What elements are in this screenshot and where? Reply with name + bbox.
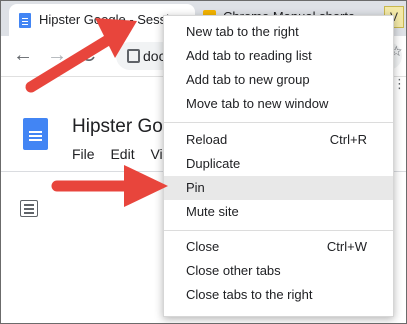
menu-item-reload[interactable]: Reload Ctrl+R xyxy=(164,128,393,152)
menu-item-mute-site[interactable]: Mute site xyxy=(164,200,393,224)
menu-edit[interactable]: Edit xyxy=(110,146,134,162)
menu-separator xyxy=(164,122,393,123)
menu-separator xyxy=(164,230,393,231)
menu-item-pin[interactable]: Pin xyxy=(164,176,393,200)
menu-item-add-to-reading-list[interactable]: Add tab to reading list xyxy=(164,44,393,68)
reload-icon[interactable]: C xyxy=(81,44,95,67)
tab-context-menu: New tab to the right Add tab to reading … xyxy=(163,15,394,317)
menu-item-close-tabs-to-right[interactable]: Close tabs to the right xyxy=(164,283,393,307)
lock-icon xyxy=(127,49,140,63)
menu-item-label: Move tab to new window xyxy=(186,96,329,111)
forward-icon[interactable]: → xyxy=(47,44,67,67)
menu-item-label: Close xyxy=(186,239,220,254)
menu-item-label: Reload xyxy=(186,132,228,147)
menu-item-label: Duplicate xyxy=(186,156,241,171)
menu-item-move-to-new-window[interactable]: Move tab to new window xyxy=(164,92,393,116)
menu-item-label: Add tab to new group xyxy=(186,72,310,87)
google-docs-logo-icon[interactable] xyxy=(23,118,48,150)
menu-item-label: Close other tabs xyxy=(186,263,281,278)
menu-file[interactable]: File xyxy=(72,146,95,162)
more-icon[interactable]: ⋮ xyxy=(393,76,406,92)
menu-item-label: New tab to the right xyxy=(186,24,299,39)
menu-item-add-to-new-group[interactable]: Add tab to new group xyxy=(164,68,393,92)
menu-item-shortcut: Ctrl+R xyxy=(329,132,367,147)
back-icon[interactable]: ← xyxy=(13,44,33,67)
menu-item-label: Pin xyxy=(186,180,205,195)
google-docs-favicon-icon xyxy=(19,13,31,28)
menu-view[interactable]: Vi xyxy=(150,146,162,162)
menu-item-new-tab-to-right[interactable]: New tab to the right xyxy=(164,20,393,44)
docs-menubar: File Edit Vi xyxy=(72,146,175,162)
menu-item-label: Mute site xyxy=(186,204,239,219)
menu-item-duplicate[interactable]: Duplicate xyxy=(164,152,393,176)
screenshot-frame: Hipster Google - Sessi × Chrome Manual s… xyxy=(0,0,407,324)
menu-item-label: Add tab to reading list xyxy=(186,48,312,63)
menu-item-close[interactable]: Close Ctrl+W xyxy=(164,235,393,259)
menu-item-close-other-tabs[interactable]: Close other tabs xyxy=(164,259,393,283)
menu-item-shortcut: Ctrl+W xyxy=(326,239,367,254)
menu-item-label: Close tabs to the right xyxy=(186,287,313,302)
document-outline-icon[interactable] xyxy=(20,200,38,217)
